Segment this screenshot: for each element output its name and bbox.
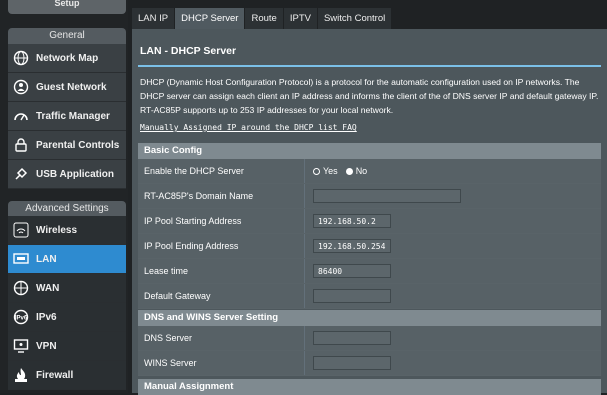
sidebar-item-ipv6[interactable]: IPv6 IPv6 [8,303,126,332]
enable-no-radio[interactable]: No [345,166,367,176]
sidebar-item-label: LAN [36,253,57,265]
vpn-monitor-icon [12,337,30,355]
globe-people-icon [12,78,30,96]
sidebar-item-traffic-manager[interactable]: Traffic Manager [8,102,126,131]
domain-name-row: RT-AC85P's Domain Name [138,184,601,209]
sidebar-item-label: USB Application [36,168,114,180]
basic-config-table: Basic Config Enable the DHCP Server Yes … [138,143,601,309]
sidebar-item-label: IPv6 [36,311,57,323]
default-gateway-label: Default Gateway [138,284,305,308]
gauge-icon [12,107,30,125]
wifi-icon [12,221,30,239]
sidebar-item-guest-network[interactable]: Guest Network [8,73,126,102]
sidebar-item-wireless[interactable]: Wireless [8,216,126,245]
dns-server-input[interactable] [313,331,391,345]
page-title: LAN - DHCP Server [140,45,237,57]
tab-iptv[interactable]: IPTV [283,8,317,29]
sidebar-item-label: Parental Controls [36,139,120,151]
wins-server-row: WINS Server [138,351,601,376]
main-panel: LAN - DHCP Server DHCP (Dynamic Host Con… [132,29,607,395]
lan-icon [12,250,30,268]
lease-time-row: Lease time 86400 [138,259,601,284]
sidebar-item-firewall[interactable]: Firewall [8,361,126,390]
dns-wins-header: DNS and WINS Server Setting [138,310,601,326]
svg-text:IPv6: IPv6 [15,316,28,322]
radio-selected-icon [345,167,353,175]
domain-name-input[interactable] [313,189,461,203]
domain-name-label: RT-AC85P's Domain Name [138,184,305,208]
pool-end-input[interactable]: 192.168.50.254 [313,239,391,253]
sidebar-item-label: Network Map [36,52,99,64]
pool-end-row: IP Pool Ending Address 192.168.50.254 [138,234,601,259]
world-icon [12,279,30,297]
tab-bar: LAN IP DHCP Server Route IPTV Switch Con… [132,8,392,29]
sidebar-item-lan[interactable]: LAN [8,245,126,274]
sidebar-item-usb-application[interactable]: USB Application [8,160,126,189]
pool-start-label: IP Pool Starting Address [138,209,305,233]
general-header: General [8,28,126,44]
puzzle-icon [12,165,30,183]
sidebar-item-wan[interactable]: WAN [8,274,126,303]
pool-start-input[interactable]: 192.168.50.2 [313,214,391,228]
dns-server-label: DNS Server [138,326,305,350]
sidebar-item-label: Guest Network [36,81,107,93]
enable-yes-radio[interactable]: Yes [313,166,338,176]
advanced-settings-header: Advanced Settings [8,201,126,217]
enable-dhcp-label: Enable the DHCP Server [138,159,305,183]
faq-link[interactable]: Manually Assigned IP around the DHCP lis… [140,123,357,132]
lock-icon [12,136,30,154]
sidebar-item-label: Firewall [36,369,74,381]
sidebar: Setup General Network Map Guest Network … [0,0,128,393]
default-gateway-input[interactable] [313,289,391,303]
tab-lan-ip[interactable]: LAN IP [132,8,175,29]
tab-dhcp-server[interactable]: DHCP Server [175,8,245,29]
tab-switch-control[interactable]: Switch Control [317,8,392,29]
title-divider [138,65,601,67]
sidebar-item-label: WAN [36,282,60,294]
default-gateway-row: Default Gateway [138,284,601,309]
pool-start-row: IP Pool Starting Address 192.168.50.2 [138,209,601,234]
wins-server-input[interactable] [313,356,391,370]
lease-time-label: Lease time [138,259,305,283]
pool-end-label: IP Pool Ending Address [138,234,305,258]
radio-unselected-icon [313,167,320,175]
sidebar-item-label: Traffic Manager [36,110,110,122]
sidebar-item-network-map[interactable]: Network Map [8,44,126,73]
firewall-icon [12,366,30,384]
page-description: DHCP (Dynamic Host Configuration Protoco… [140,77,599,115]
globe-icon [12,49,30,67]
tab-route[interactable]: Route [245,8,283,29]
dns-server-row: DNS Server [138,326,601,351]
sidebar-top-item[interactable]: Setup [8,0,126,14]
lease-time-input[interactable]: 86400 [313,264,391,278]
enable-dhcp-row: Enable the DHCP Server Yes No [138,159,601,184]
basic-config-header: Basic Config [138,143,601,159]
sidebar-item-label: Wireless [36,224,78,236]
dns-wins-table: DNS and WINS Server Setting DNS Server W… [138,310,601,376]
sidebar-item-vpn[interactable]: VPN [8,332,126,361]
ipv6-icon: IPv6 [12,308,30,326]
sidebar-item-label: VPN [36,340,57,352]
sidebar-item-parental-controls[interactable]: Parental Controls [8,131,126,160]
wins-server-label: WINS Server [138,351,305,375]
